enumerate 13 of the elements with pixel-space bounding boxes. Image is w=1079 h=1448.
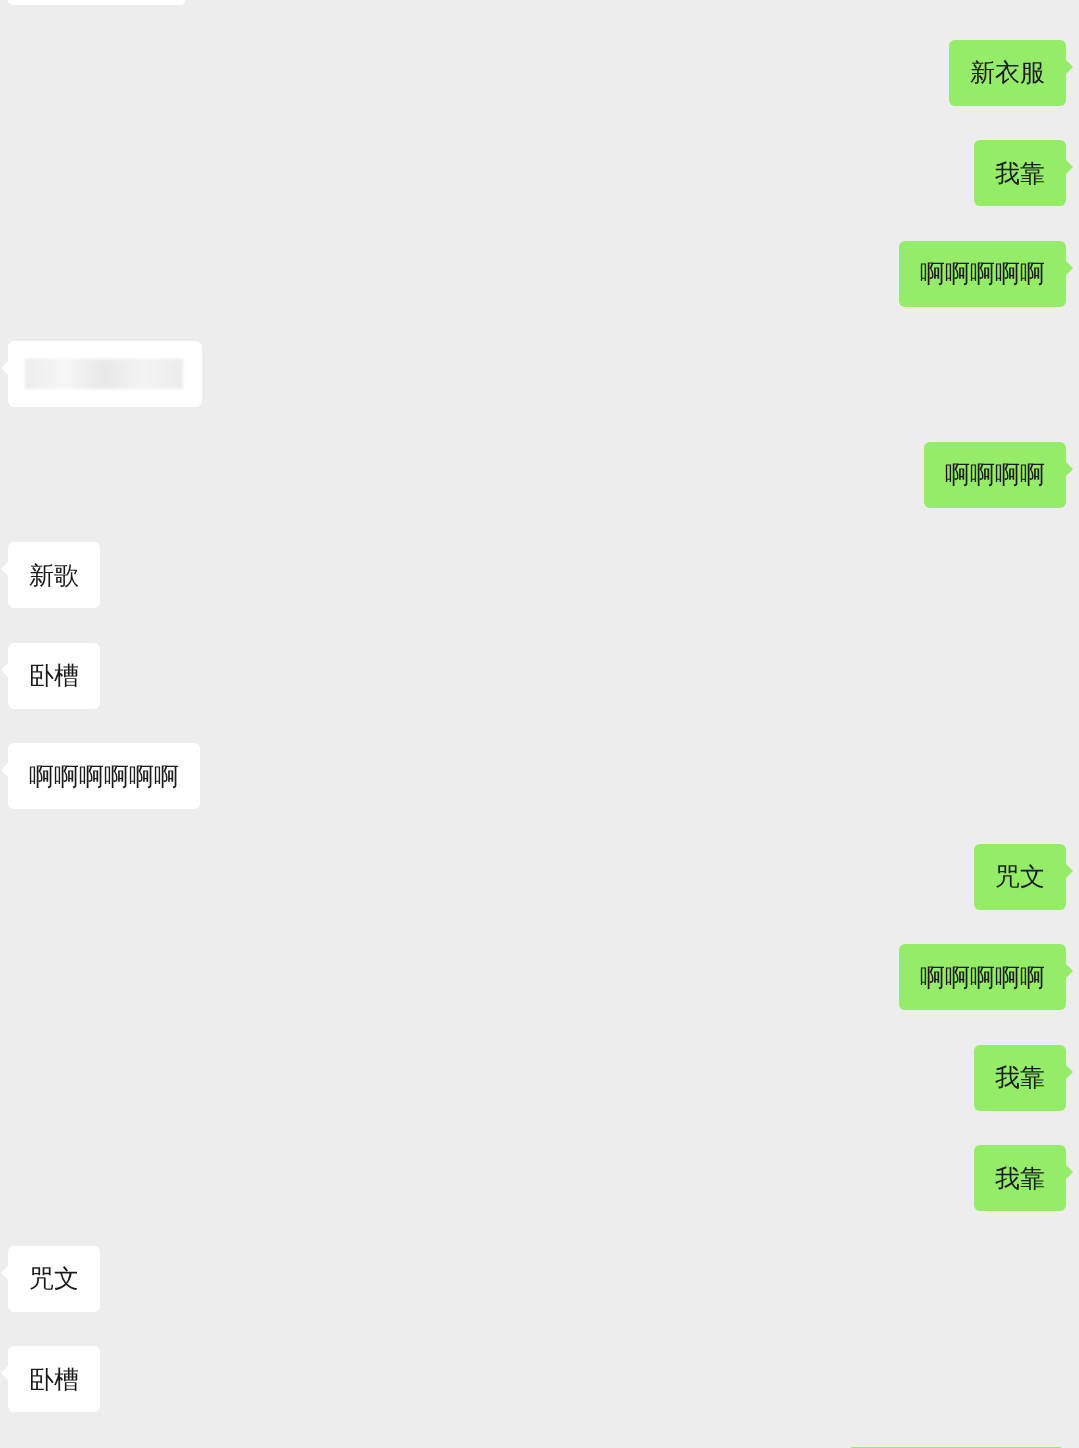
message-bubble: 我靠 bbox=[974, 140, 1066, 206]
message-bubble: 新衣服 bbox=[949, 39, 1066, 106]
message-bubble: 卧槽 bbox=[8, 1346, 100, 1412]
message-bubble: 我靠 bbox=[974, 1044, 1066, 1111]
message-bubble: 我靠 bbox=[974, 1145, 1066, 1211]
message-bubble: 新歌 bbox=[8, 542, 100, 608]
message-bubble: 咒文 bbox=[974, 843, 1066, 910]
message-bubble: 卧槽 bbox=[8, 642, 100, 709]
message-bubble: 啊啊啊啊 bbox=[924, 441, 1066, 508]
message-bubble: 啊啊啊啊啊啊 bbox=[8, 743, 200, 809]
message-bubble: 啊啊啊啊啊 bbox=[899, 944, 1066, 1010]
message-bubble: 啊啊啊啊啊 bbox=[899, 240, 1066, 307]
message-bubble: 咒文 bbox=[8, 1245, 100, 1312]
